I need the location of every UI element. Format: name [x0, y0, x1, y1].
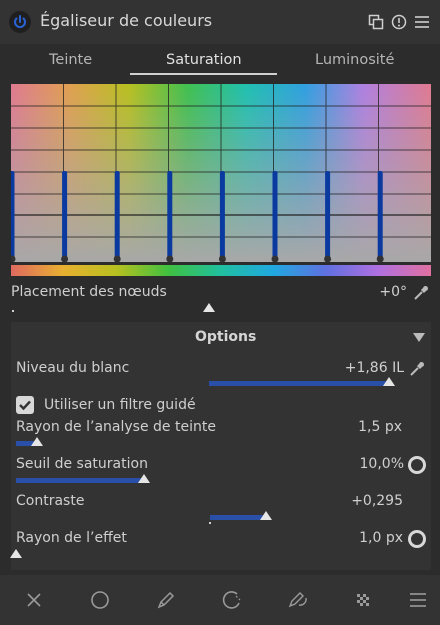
blend-menu-icon[interactable]: [406, 588, 430, 612]
saturation-node-bar[interactable]: [62, 171, 68, 259]
drawn-parametric-mask-icon[interactable]: [286, 588, 310, 612]
circle-mask-icon[interactable]: [88, 588, 112, 612]
saturation-mask-toggle-icon[interactable]: [408, 456, 426, 474]
saturation-node-bar[interactable]: [272, 171, 278, 259]
hue-radius-label: Rayon de l’analyse de teinte: [16, 419, 216, 435]
tab-luminosite[interactable]: Luminosité: [315, 52, 394, 68]
saturation-node-bar[interactable]: [377, 171, 383, 259]
active-tab-indicator: [130, 73, 277, 75]
effect-radius-slider[interactable]: [10, 549, 22, 558]
effect-radius-value: 1,0 px: [359, 530, 403, 546]
white-level-track: [209, 381, 389, 386]
effect-mask-toggle-icon[interactable]: [408, 530, 426, 548]
white-level-eyedropper-icon[interactable]: [408, 360, 426, 378]
hue-radius-value: 1,5 px: [358, 419, 402, 435]
power-icon[interactable]: [9, 11, 31, 33]
contrast-origin-dot: [209, 522, 211, 524]
contrast-slider[interactable]: [260, 511, 272, 520]
white-level-label: Niveau du blanc: [16, 360, 130, 376]
white-level-value: +1,86 IL: [344, 360, 404, 376]
guided-filter-label: Utiliser un filtre guidé: [44, 397, 196, 413]
reset-icon[interactable]: [391, 14, 407, 30]
hue-radius-slider[interactable]: [31, 437, 43, 446]
hue-color-strip: [11, 265, 431, 276]
saturation-node-bar[interactable]: [325, 171, 331, 259]
cancel-icon[interactable]: [22, 588, 46, 612]
saturation-threshold-track: [16, 478, 144, 483]
node-placement-label: Placement des nœuds: [11, 284, 167, 300]
saturation-curve-graph[interactable]: [11, 84, 431, 262]
tab-teinte[interactable]: Teinte: [49, 52, 92, 68]
saturation-threshold-value: 10,0%: [359, 456, 404, 472]
saturation-threshold-slider[interactable]: [138, 474, 150, 483]
guided-filter-checkbox[interactable]: [16, 396, 34, 414]
pencil-icon[interactable]: [154, 588, 178, 612]
saturation-node-bar[interactable]: [11, 171, 15, 259]
white-level-slider[interactable]: [383, 377, 395, 386]
options-header[interactable]: Options: [195, 329, 256, 345]
node-placement-value: +0°: [379, 284, 407, 300]
contrast-label: Contraste: [16, 493, 85, 509]
parametric-mask-icon[interactable]: [220, 588, 244, 612]
contrast-value: +0,295: [351, 493, 403, 509]
saturation-node-bar[interactable]: [114, 171, 120, 259]
contrast-track: [210, 515, 266, 520]
module-header: Égaliseur de couleurs: [0, 0, 440, 44]
effect-radius-label: Rayon de l’effet: [16, 530, 127, 546]
saturation-node-bar[interactable]: [219, 171, 225, 259]
duplicate-icon[interactable]: [368, 14, 384, 30]
saturation-threshold-label: Seuil de saturation: [16, 456, 148, 472]
tab-saturation[interactable]: Saturation: [166, 52, 242, 68]
module-title: Égaliseur de couleurs: [40, 11, 213, 30]
raster-mask-icon[interactable]: [351, 588, 375, 612]
menu-icon[interactable]: [414, 14, 430, 30]
slider-origin-dot: [12, 310, 14, 312]
node-placement-slider[interactable]: [203, 303, 215, 312]
collapse-icon[interactable]: [413, 333, 425, 342]
saturation-node-bar[interactable]: [167, 171, 173, 259]
eyedropper-icon[interactable]: [412, 284, 430, 302]
